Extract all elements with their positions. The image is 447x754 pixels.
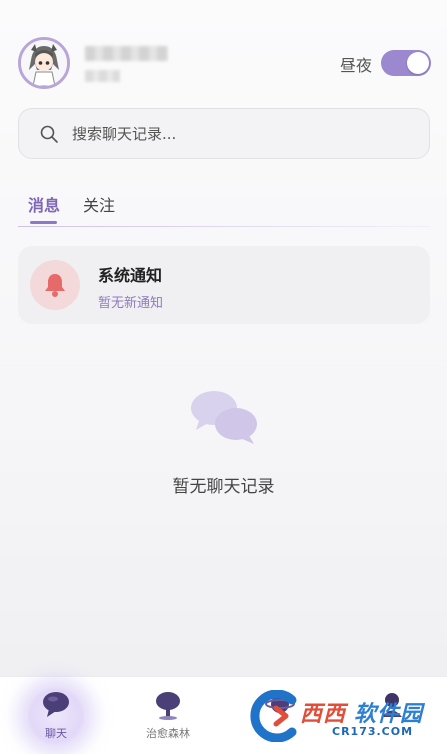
search-input[interactable] — [72, 109, 412, 158]
search-bar[interactable] — [18, 108, 430, 159]
nav-healing-forest[interactable]: 治愈森林 — [112, 676, 224, 753]
watermark-brand-red: 西西 — [300, 702, 347, 727]
tab-divider — [18, 226, 430, 227]
tab-messages[interactable]: 消息 — [28, 192, 60, 216]
site-watermark: 西西 软件园 CR173.COM — [246, 690, 436, 745]
day-night-toggle[interactable] — [381, 50, 431, 76]
empty-state-text: 暂无聊天记录 — [172, 477, 275, 497]
system-notice-card[interactable]: 系统通知 暂无新通知 — [18, 246, 430, 324]
toggle-knob — [407, 52, 429, 74]
chat-bubbles-icon — [191, 391, 257, 444]
tree-icon — [156, 692, 180, 720]
tab-active-indicator — [30, 221, 57, 224]
nav-chat-label: 聊天 — [45, 727, 67, 740]
watermark-logo-icon — [250, 690, 297, 742]
notice-icon-badge — [30, 260, 80, 310]
day-night-label: 昼夜 — [340, 56, 373, 75]
chat-bubble-icon — [43, 692, 69, 717]
search-icon — [40, 125, 58, 143]
tab-following[interactable]: 关注 — [83, 192, 115, 216]
nav-chat[interactable]: 聊天 — [0, 676, 112, 753]
notice-title: 系统通知 — [98, 266, 163, 285]
bell-icon — [45, 274, 65, 297]
avatar[interactable] — [18, 37, 70, 89]
notice-subtitle: 暂无新通知 — [98, 296, 164, 311]
user-id-redacted — [85, 70, 120, 82]
username-redacted — [85, 46, 168, 61]
watermark-domain: CR173.COM — [332, 725, 414, 738]
avatar-character-icon — [21, 40, 67, 86]
watermark-brand-blue: 软件园 — [354, 702, 424, 727]
nav-forest-label: 治愈森林 — [146, 727, 190, 740]
